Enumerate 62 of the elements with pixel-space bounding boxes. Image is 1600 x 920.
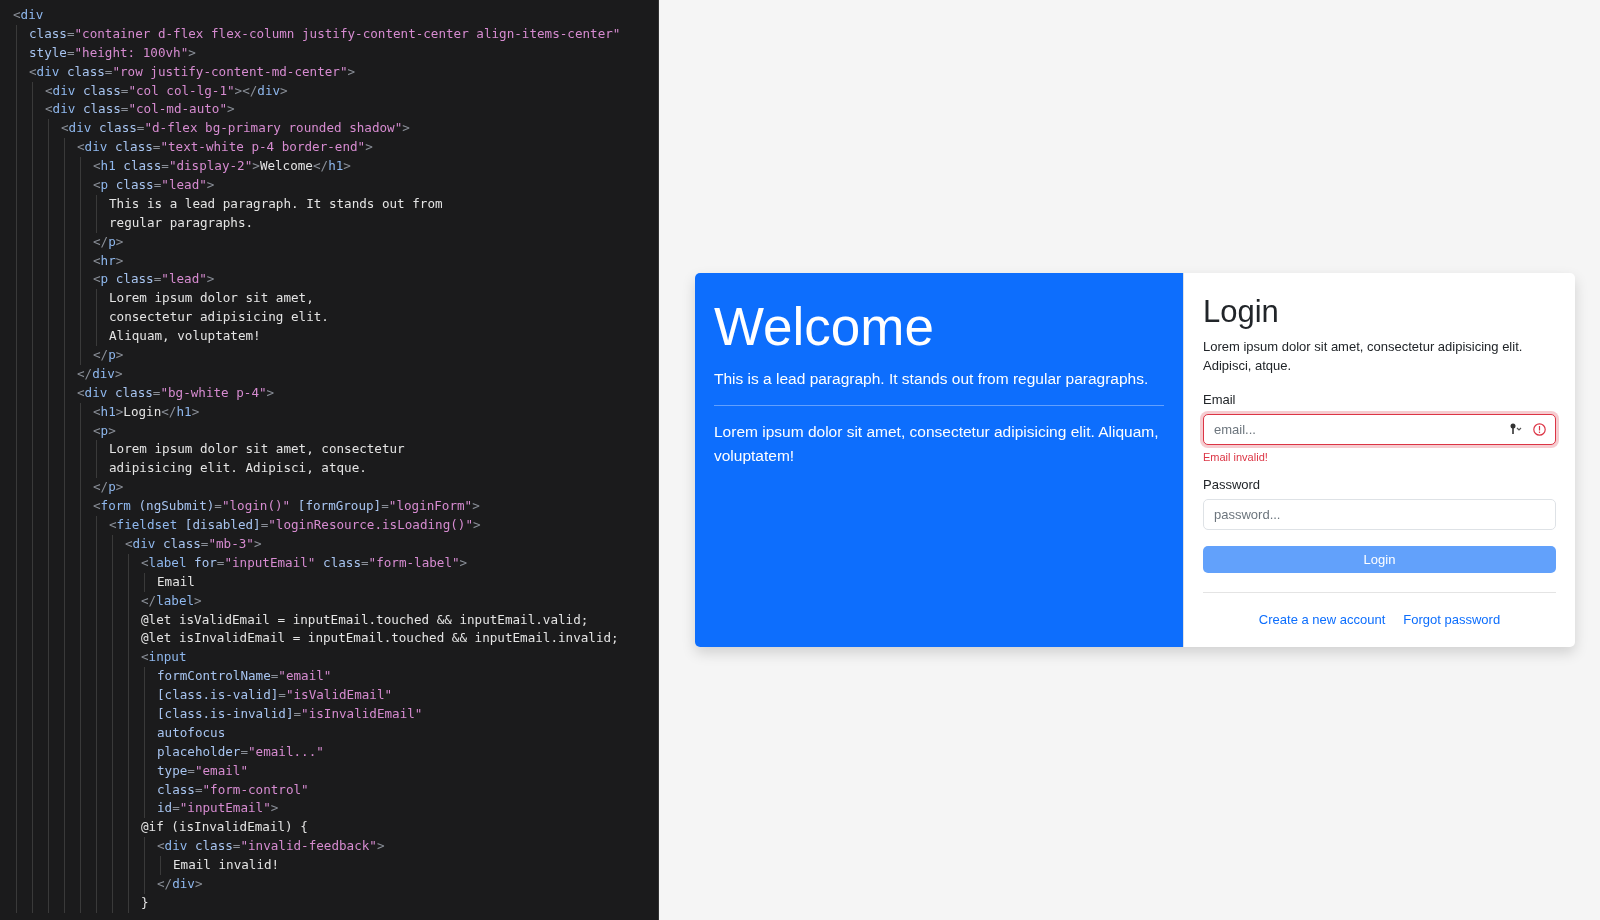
code-line: <fieldset [disabled]="loginResource.isLoading()">	[109, 516, 482, 535]
code-line: <div	[13, 6, 45, 24]
code-line: Lorem ipsum dolor sit amet, consectetur	[109, 440, 406, 459]
code-line: }	[141, 893, 150, 912]
code-line: id="inputEmail">	[157, 799, 280, 818]
code-line: Lorem ipsum dolor sit amet,	[109, 289, 315, 308]
password-label: Password	[1203, 476, 1262, 492]
login-heading: Login	[1203, 293, 1280, 331]
code-line: <form (ngSubmit)="login()" [formGroup]="loginForm">	[93, 497, 481, 516]
code-line: type="email"	[157, 761, 249, 780]
code-line: <hr>	[93, 251, 125, 270]
code-line: <div class="col col-lg-1"></div>	[45, 81, 289, 100]
code-line: @let isInvalidEmail = inputEmail.touched && inputEmail.invalid;	[141, 629, 620, 648]
email-field[interactable]: email...	[1203, 413, 1556, 445]
code-line: <div class="mb-3">	[125, 534, 263, 553]
code-line: <input	[141, 648, 188, 667]
code-line: <h1 class="display-2">Welcome</h1>	[93, 157, 352, 176]
code-line: This is a lead paragraph. It stands out from	[109, 194, 444, 213]
link[interactable]: Forgot password	[1403, 612, 1501, 627]
code-line: @if (isInvalidEmail) {	[141, 818, 309, 837]
code-line: Aliquam, voluptatem!	[109, 327, 262, 346]
code-line: class="container d-flex flex-column justify-content-center align-items-center"	[29, 24, 622, 43]
code-line: adipisicing elit. Adipisci, atque.	[109, 459, 368, 478]
code-line: </p>	[93, 346, 125, 365]
code-line: <div class="d-flex bg-primary rounded shadow">	[61, 119, 411, 138]
code-line: Email invalid!	[173, 856, 281, 875]
code-line: <p>	[93, 421, 117, 440]
code-line: </div>	[77, 364, 124, 383]
welcome-heading: Welcome	[714, 296, 935, 358]
code-line: [class.is-invalid]="isInvalidEmail"	[157, 704, 424, 723]
error-message: Email invalid!	[1203, 450, 1269, 463]
alert-icon	[1533, 422, 1546, 436]
body-paragraph: Lorem ipsum dolor sit amet, consectetur adipisicing elit. Aliquam, voluptatem!	[714, 421, 1160, 466]
link[interactable]: Create a new account	[1258, 612, 1386, 627]
code-line: <label for="inputEmail" class="form-label">	[141, 553, 469, 572]
code-line: </p>	[93, 232, 125, 251]
code-line: <div class="text-white p-4 border-end">	[77, 138, 374, 157]
code-line: Email	[157, 572, 196, 591]
login-description: Lorem ipsum dolor sit amet, consectetur adipisicing elit. Adipisci, atque.	[1203, 338, 1524, 376]
code-line: style="height: 100vh">	[29, 43, 197, 62]
code-line: </div>	[157, 874, 204, 893]
key-icon[interactable]	[1509, 423, 1523, 436]
email-label: Email	[1203, 391, 1237, 407]
code-line: </label>	[141, 591, 203, 610]
password-field[interactable]: password...	[1203, 498, 1556, 530]
code-line: regular paragraphs.	[109, 213, 255, 232]
lead-paragraph: This is a lead paragraph. It stands out from regular paragraphs.	[714, 368, 1150, 389]
code-line: <div class="col-md-auto">	[45, 100, 236, 119]
code-line: <p class="lead">	[93, 176, 216, 194]
code-line: [class.is-valid]="isValidEmail"	[157, 686, 394, 705]
code-line: </p>	[93, 478, 125, 497]
code-line: <p class="lead">	[93, 270, 216, 289]
code-line: formControlName="email"	[157, 667, 333, 686]
code-line: autofocus	[157, 723, 227, 742]
code-line: <div class="invalid-feedback">	[157, 837, 386, 856]
code-line: class="form-control"	[157, 780, 310, 799]
code-line: <h1>Login</h1>	[93, 402, 201, 421]
code-line: placeholder="email..."	[157, 742, 325, 761]
code-line: consectetur adipisicing elit.	[109, 308, 330, 327]
code-line: <div class="row justify-content-md-center">	[29, 62, 357, 81]
code-line: @let isValidEmail = inputEmail.touched && inputEmail.valid;	[141, 610, 590, 629]
code-line: <div class="bg-white p-4">	[77, 383, 276, 402]
